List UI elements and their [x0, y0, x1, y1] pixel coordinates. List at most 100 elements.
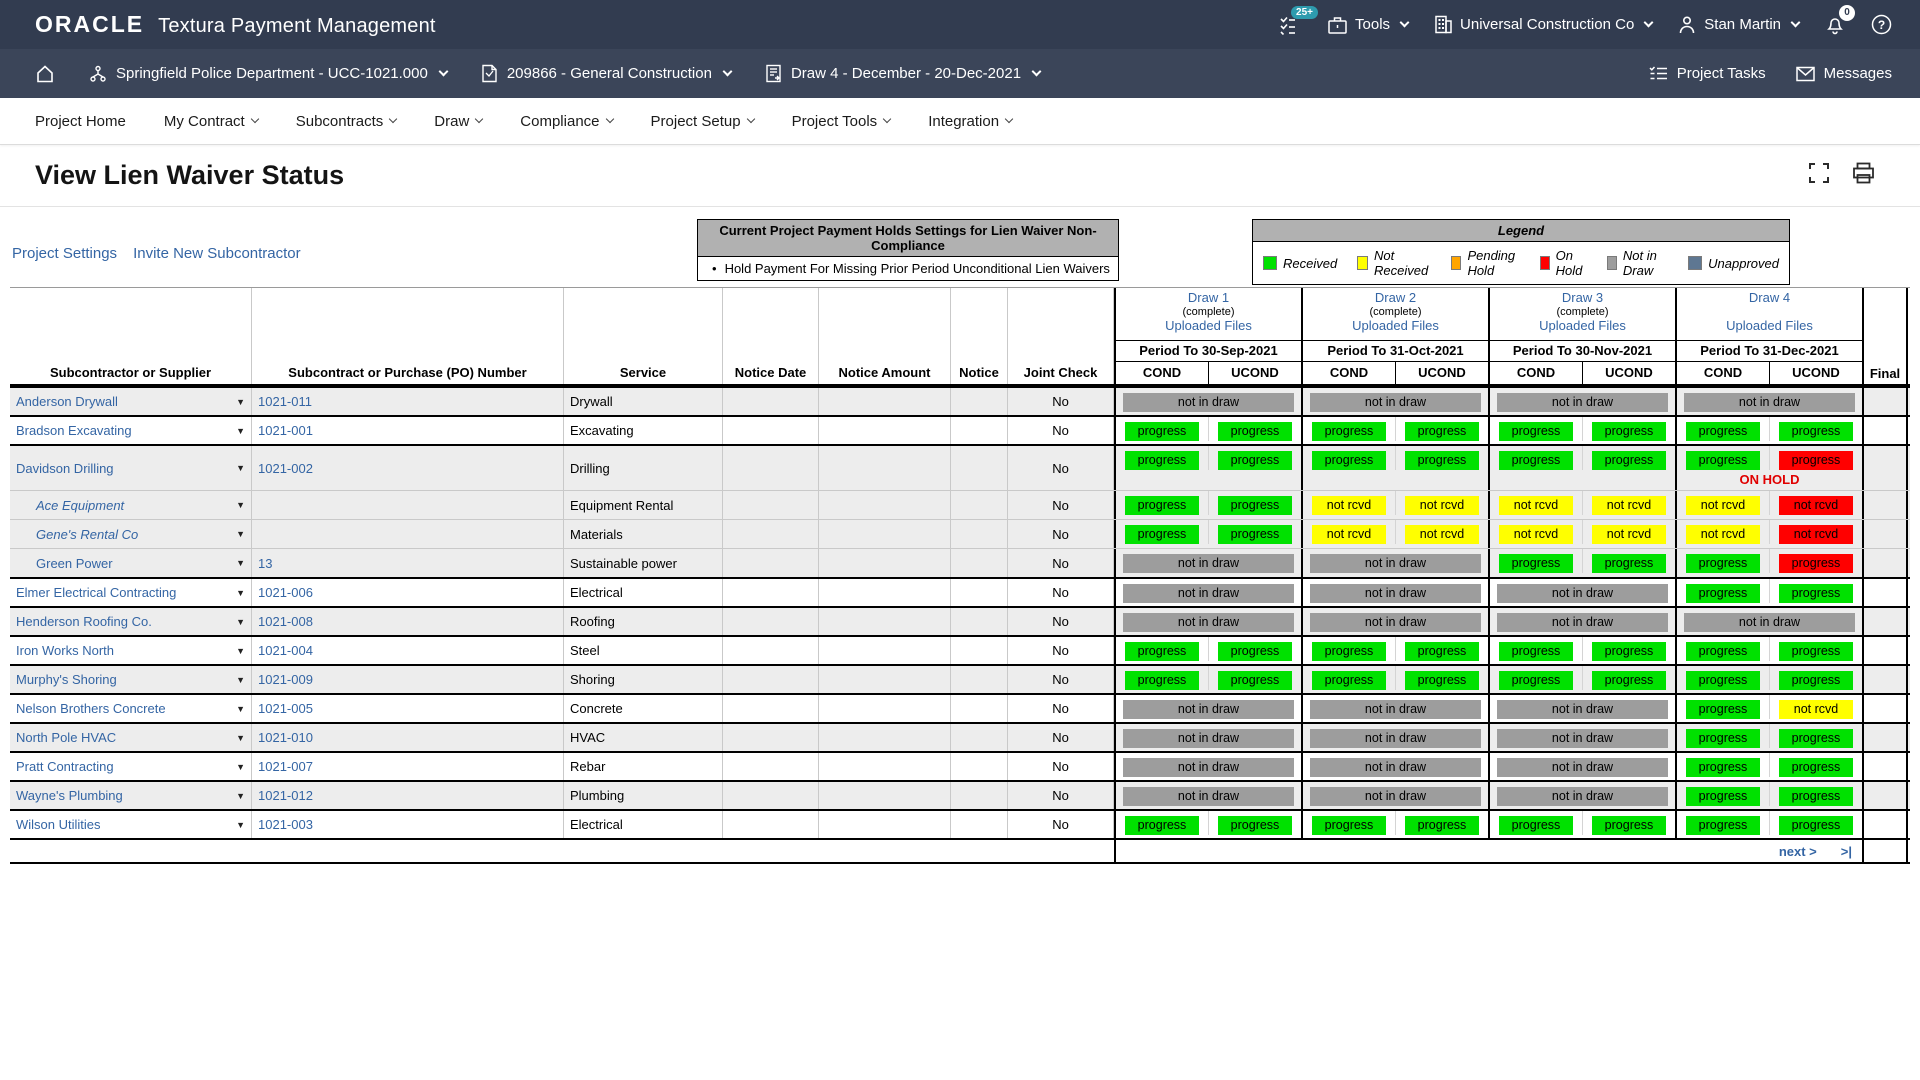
status-chip: progress — [1686, 671, 1760, 690]
fullscreen-icon[interactable] — [1808, 162, 1830, 189]
po-number-link[interactable]: 1021-003 — [258, 817, 313, 832]
po-number-link[interactable]: 13 — [258, 556, 272, 571]
subcontractor-link[interactable]: Gene's Rental Co — [36, 527, 138, 542]
status-chip: progress — [1686, 422, 1760, 441]
status-chip: progress — [1125, 816, 1199, 835]
draw-selector[interactable]: Draw 4 - December - 20-Dec-2021 — [765, 64, 1040, 83]
status-chip: progress — [1218, 525, 1292, 544]
subcontractor-link[interactable]: Ace Equipment — [36, 498, 124, 513]
po-number-link[interactable]: 1021-007 — [258, 759, 313, 774]
last-page-link[interactable]: >| — [1841, 844, 1852, 859]
po-number-link[interactable]: 1021-011 — [258, 394, 312, 409]
uploaded-files-link[interactable]: Uploaded Files — [1352, 318, 1439, 333]
row-dropdown-icon[interactable]: ▼ — [236, 675, 245, 685]
po-number-link[interactable]: 1021-009 — [258, 672, 313, 687]
uploaded-files-link[interactable]: Uploaded Files — [1726, 318, 1813, 333]
subcontractor-cell: Nelson Brothers Concrete ▼ — [10, 695, 252, 722]
uploaded-files-link[interactable]: Uploaded Files — [1539, 318, 1626, 333]
row-dropdown-icon[interactable]: ▼ — [236, 704, 245, 714]
po-number-link[interactable]: 1021-006 — [258, 585, 313, 600]
po-number-link[interactable]: 1021-004 — [258, 643, 313, 658]
po-number-link[interactable]: 1021-005 — [258, 701, 313, 716]
next-page-link[interactable]: next > — [1779, 844, 1817, 859]
po-number-link[interactable]: 1021-001 — [258, 423, 313, 438]
project-selector[interactable]: Springfield Police Department - UCC-1021… — [89, 65, 447, 83]
notice-amount-cell — [819, 417, 951, 444]
subcontractor-link[interactable]: Green Power — [36, 556, 113, 571]
row-dropdown-icon[interactable]: ▼ — [236, 791, 245, 801]
not-in-draw-indicator: not in draw — [1123, 613, 1293, 632]
project-settings-link[interactable]: Project Settings — [12, 245, 117, 262]
company-menu[interactable]: Universal Construction Co — [1434, 15, 1652, 34]
footer-final-spacer — [1862, 840, 1908, 862]
draw-title-link[interactable]: Draw 2 — [1375, 290, 1416, 305]
subcontractor-link[interactable]: North Pole HVAC — [16, 730, 116, 745]
user-menu[interactable]: Stan Martin — [1678, 15, 1799, 34]
tools-menu[interactable]: Tools — [1328, 16, 1408, 34]
subcontractor-link[interactable]: Pratt Contracting — [16, 759, 114, 774]
ucond-status: progress — [1770, 811, 1862, 835]
print-icon[interactable] — [1852, 162, 1875, 189]
row-dropdown-icon[interactable]: ▼ — [236, 762, 245, 772]
menu-item-project-home[interactable]: Project Home — [35, 113, 126, 130]
subcontractor-link[interactable]: Iron Works North — [16, 643, 114, 658]
row-dropdown-icon[interactable]: ▼ — [236, 500, 245, 510]
row-dropdown-icon[interactable]: ▼ — [236, 617, 245, 627]
row-dropdown-icon[interactable]: ▼ — [236, 588, 245, 598]
row-dropdown-icon[interactable]: ▼ — [236, 426, 245, 436]
cond-status: progress — [1490, 811, 1583, 835]
menu-item-project-setup[interactable]: Project Setup — [651, 113, 754, 130]
subcontractor-link[interactable]: Nelson Brothers Concrete — [16, 701, 166, 716]
status-chip: progress — [1218, 816, 1292, 835]
help-button[interactable]: ? — [1871, 14, 1892, 35]
row-dropdown-icon[interactable]: ▼ — [236, 733, 245, 743]
invite-new-subcontractor-link[interactable]: Invite New Subcontractor — [133, 245, 301, 262]
menu-item-label: Project Setup — [651, 113, 741, 130]
subcontractor-link[interactable]: Wilson Utilities — [16, 817, 101, 832]
messages-button[interactable]: Messages — [1796, 65, 1892, 82]
row-dropdown-icon[interactable]: ▼ — [236, 529, 245, 539]
subcontractor-link[interactable]: Elmer Electrical Contracting — [16, 585, 176, 600]
subcontractor-link[interactable]: Murphy's Shoring — [16, 672, 117, 687]
notifications-button[interactable]: 0 — [1825, 14, 1845, 35]
po-number-link[interactable]: 1021-012 — [258, 788, 313, 803]
row-dropdown-icon[interactable]: ▼ — [236, 646, 245, 656]
project-tasks-button[interactable]: Project Tasks — [1649, 65, 1766, 82]
home-button[interactable] — [35, 64, 55, 83]
po-number-link[interactable]: 1021-002 — [258, 461, 313, 476]
draw-title-link[interactable]: Draw 3 — [1562, 290, 1603, 305]
subcontractor-link[interactable]: Bradson Excavating — [16, 423, 132, 438]
po-number-link[interactable]: 1021-008 — [258, 614, 313, 629]
menu-item-my-contract[interactable]: My Contract — [164, 113, 258, 130]
menu-item-draw[interactable]: Draw — [434, 113, 482, 130]
menu-item-subcontracts[interactable]: Subcontracts — [296, 113, 397, 130]
draw-3-status-cell: not rcvdnot rcvd — [1488, 491, 1675, 519]
status-chip-pair: progressprogress — [1677, 446, 1862, 470]
po-number-link[interactable]: 1021-010 — [258, 730, 313, 745]
status-chip: not rcvd — [1592, 525, 1666, 544]
draw-title-link[interactable]: Draw 1 — [1188, 290, 1229, 305]
draw-title-link[interactable]: Draw 4 — [1749, 290, 1790, 305]
menu-item-compliance[interactable]: Compliance — [520, 113, 612, 130]
menu-item-project-tools[interactable]: Project Tools — [792, 113, 891, 130]
ucond-status: progress — [1770, 637, 1862, 661]
draw-period-label: Period To 31-Dec-2021 — [1677, 341, 1862, 362]
task-list-button[interactable]: 25+ — [1280, 15, 1302, 35]
ucond-status: progress — [1209, 520, 1301, 544]
uploaded-files-link[interactable]: Uploaded Files — [1165, 318, 1252, 333]
subcontractor-link[interactable]: Davidson Drilling — [16, 461, 114, 476]
subcontractor-link[interactable]: Anderson Drywall — [16, 394, 118, 409]
subcontractor-link[interactable]: Wayne's Plumbing — [16, 788, 123, 803]
notice-amount-cell — [819, 782, 951, 809]
notifications-count-badge: 0 — [1839, 5, 1855, 21]
status-chip: not rcvd — [1686, 525, 1760, 544]
row-dropdown-icon[interactable]: ▼ — [236, 463, 245, 473]
row-dropdown-icon[interactable]: ▼ — [236, 397, 245, 407]
row-dropdown-icon[interactable]: ▼ — [236, 820, 245, 830]
contract-selector[interactable]: 209866 - General Construction — [481, 64, 731, 83]
row-dropdown-icon[interactable]: ▼ — [236, 558, 245, 568]
status-chip-pair: progressprogress — [1116, 446, 1301, 470]
draw-2-status-cell: not rcvdnot rcvd — [1301, 520, 1488, 548]
subcontractor-link[interactable]: Henderson Roofing Co. — [16, 614, 152, 629]
menu-item-integration[interactable]: Integration — [928, 113, 1012, 130]
